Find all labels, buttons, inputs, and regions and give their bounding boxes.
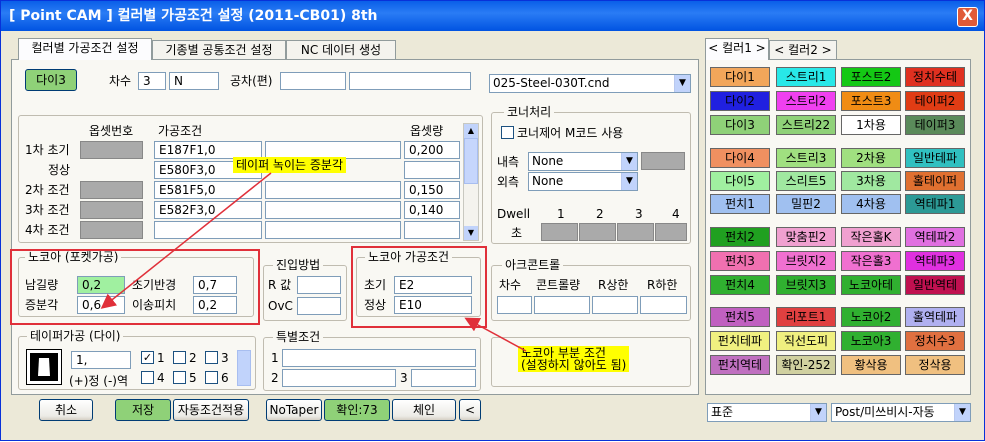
- tab-color1[interactable]: < 컬러1 >: [705, 38, 769, 60]
- main-window: [ Point CAM ] 컬러별 가공조건 설정 (2011-CB01) 8t…: [0, 0, 985, 441]
- annotation-arrows: [100, 172, 527, 352]
- tab-color-condition[interactable]: 컬러별 가공조건 설정: [18, 38, 152, 60]
